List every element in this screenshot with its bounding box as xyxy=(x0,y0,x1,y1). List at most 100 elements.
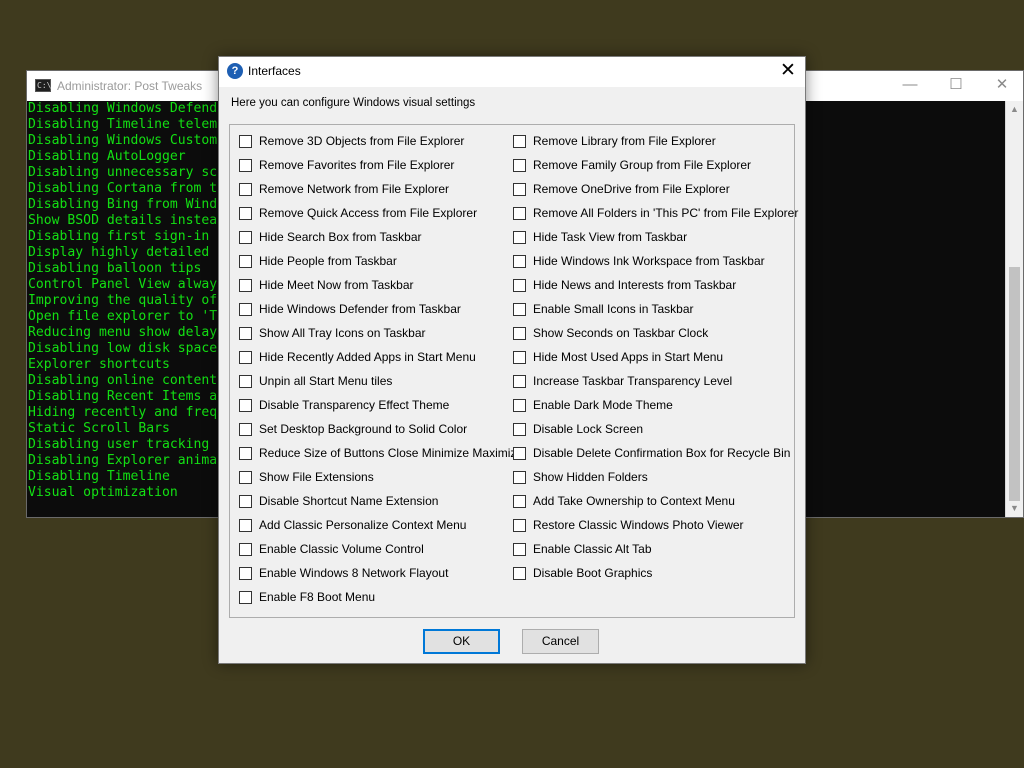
option-checkbox[interactable]: Remove OneDrive from File Explorer xyxy=(513,179,730,199)
checkbox-square-icon[interactable] xyxy=(239,470,252,484)
option-checkbox[interactable]: Hide Windows Ink Workspace from Taskbar xyxy=(513,251,765,271)
option-checkbox[interactable]: Hide Meet Now from Taskbar xyxy=(239,275,414,295)
option-checkbox[interactable]: Show All Tray Icons on Taskbar xyxy=(239,323,426,343)
ok-button[interactable]: OK xyxy=(423,629,500,654)
option-label: Remove Network from File Explorer xyxy=(259,182,450,196)
checkbox-square-icon[interactable] xyxy=(513,206,526,220)
checkbox-square-icon[interactable] xyxy=(513,446,526,460)
option-label: Show Seconds on Taskbar Clock xyxy=(533,326,709,340)
scroll-thumb[interactable] xyxy=(1009,267,1020,501)
checkbox-square-icon[interactable] xyxy=(239,134,252,148)
checkbox-square-icon[interactable] xyxy=(513,158,526,172)
checkbox-square-icon[interactable] xyxy=(239,326,252,340)
checkbox-square-icon[interactable] xyxy=(239,446,252,460)
option-checkbox[interactable]: Set Desktop Background to Solid Color xyxy=(239,419,467,439)
checkbox-square-icon[interactable] xyxy=(239,158,252,172)
option-checkbox[interactable]: Remove 3D Objects from File Explorer xyxy=(239,131,464,151)
console-close-button[interactable]: ✕ xyxy=(979,71,1024,101)
scroll-down-arrow-icon[interactable]: ▼ xyxy=(1006,500,1023,517)
checkbox-square-icon[interactable] xyxy=(513,494,526,508)
maximize-button[interactable]: ☐ xyxy=(933,71,979,101)
option-checkbox[interactable]: Disable Delete Confirmation Box for Recy… xyxy=(513,443,790,463)
scroll-up-arrow-icon[interactable]: ▲ xyxy=(1006,101,1023,118)
option-label: Disable Boot Graphics xyxy=(533,566,653,580)
checkbox-square-icon[interactable] xyxy=(239,398,252,412)
option-label: Hide Windows Defender from Taskbar xyxy=(259,302,461,316)
minimize-button[interactable]: — xyxy=(887,71,933,101)
checkbox-square-icon[interactable] xyxy=(513,278,526,292)
checkbox-square-icon[interactable] xyxy=(239,302,252,316)
checkbox-square-icon[interactable] xyxy=(513,350,526,364)
checkbox-square-icon[interactable] xyxy=(513,422,526,436)
option-checkbox[interactable]: Show Seconds on Taskbar Clock xyxy=(513,323,708,343)
option-checkbox[interactable]: Increase Taskbar Transparency Level xyxy=(513,371,732,391)
checkbox-square-icon[interactable] xyxy=(239,350,252,364)
checkbox-square-icon[interactable] xyxy=(513,518,526,532)
option-checkbox[interactable]: Show Hidden Folders xyxy=(513,467,648,487)
option-checkbox[interactable]: Remove Favorites from File Explorer xyxy=(239,155,454,175)
option-checkbox[interactable]: Enable Small Icons in Taskbar xyxy=(513,299,694,319)
option-checkbox[interactable]: Reduce Size of Buttons Close Minimize Ma… xyxy=(239,443,523,463)
option-checkbox[interactable]: Hide Recently Added Apps in Start Menu xyxy=(239,347,476,367)
checkbox-square-icon[interactable] xyxy=(239,422,252,436)
checkbox-square-icon[interactable] xyxy=(239,494,252,508)
checkbox-square-icon[interactable] xyxy=(513,566,526,580)
checkbox-square-icon[interactable] xyxy=(239,230,252,244)
checkbox-square-icon[interactable] xyxy=(513,254,526,268)
option-checkbox[interactable]: Restore Classic Windows Photo Viewer xyxy=(513,515,744,535)
checkbox-square-icon[interactable] xyxy=(239,254,252,268)
option-checkbox[interactable]: Remove Quick Access from File Explorer xyxy=(239,203,477,223)
checkbox-square-icon[interactable] xyxy=(239,374,252,388)
option-label: Unpin all Start Menu tiles xyxy=(259,374,393,388)
option-checkbox[interactable]: Add Take Ownership to Context Menu xyxy=(513,491,735,511)
option-checkbox[interactable]: Enable Classic Alt Tab xyxy=(513,539,652,559)
option-checkbox[interactable]: Disable Lock Screen xyxy=(513,419,643,439)
option-checkbox[interactable]: Hide Search Box from Taskbar xyxy=(239,227,422,247)
option-checkbox[interactable]: Disable Boot Graphics xyxy=(513,563,652,583)
checkbox-square-icon[interactable] xyxy=(513,542,526,556)
checkbox-square-icon[interactable] xyxy=(239,590,252,604)
checkbox-square-icon[interactable] xyxy=(513,374,526,388)
checkbox-square-icon[interactable] xyxy=(513,182,526,196)
option-checkbox[interactable]: Unpin all Start Menu tiles xyxy=(239,371,392,391)
checkbox-square-icon[interactable] xyxy=(513,230,526,244)
checkbox-square-icon[interactable] xyxy=(239,278,252,292)
option-label: Enable Windows 8 Network Flayout xyxy=(259,566,449,580)
option-checkbox[interactable]: Disable Shortcut Name Extension xyxy=(239,491,438,511)
option-label: Disable Transparency Effect Theme xyxy=(259,398,450,412)
option-checkbox[interactable]: Hide News and Interests from Taskbar xyxy=(513,275,736,295)
option-checkbox[interactable]: Remove All Folders in 'This PC' from Fil… xyxy=(513,203,798,223)
option-checkbox[interactable]: Hide Task View from Taskbar xyxy=(513,227,687,247)
option-checkbox[interactable]: Hide Most Used Apps in Start Menu xyxy=(513,347,723,367)
option-label: Hide Windows Ink Workspace from Taskbar xyxy=(533,254,765,268)
checkbox-square-icon[interactable] xyxy=(239,566,252,580)
option-checkbox[interactable]: Remove Network from File Explorer xyxy=(239,179,449,199)
option-checkbox[interactable]: Remove Library from File Explorer xyxy=(513,131,716,151)
checkbox-square-icon[interactable] xyxy=(513,470,526,484)
option-checkbox[interactable]: Remove Family Group from File Explorer xyxy=(513,155,751,175)
cancel-button[interactable]: Cancel xyxy=(522,629,599,654)
option-checkbox[interactable]: Hide Windows Defender from Taskbar xyxy=(239,299,461,319)
checkbox-square-icon[interactable] xyxy=(239,182,252,196)
option-checkbox[interactable]: Disable Transparency Effect Theme xyxy=(239,395,449,415)
option-checkbox[interactable]: Add Classic Personalize Context Menu xyxy=(239,515,466,535)
option-checkbox[interactable]: Enable Windows 8 Network Flayout xyxy=(239,563,448,583)
checkbox-square-icon[interactable] xyxy=(239,542,252,556)
checkbox-square-icon[interactable] xyxy=(239,206,252,220)
checkbox-square-icon[interactable] xyxy=(239,518,252,532)
option-checkbox[interactable]: Hide People from Taskbar xyxy=(239,251,397,271)
checkbox-square-icon[interactable] xyxy=(513,134,526,148)
dialog-close-button[interactable]: ✕ xyxy=(771,57,805,87)
option-checkbox[interactable]: Show File Extensions xyxy=(239,467,374,487)
option-checkbox[interactable]: Enable Dark Mode Theme xyxy=(513,395,673,415)
option-checkbox[interactable]: Enable Classic Volume Control xyxy=(239,539,424,559)
checkbox-square-icon[interactable] xyxy=(513,398,526,412)
console-scrollbar[interactable]: ▲ ▼ xyxy=(1005,101,1023,517)
option-checkbox[interactable]: Enable F8 Boot Menu xyxy=(239,587,375,607)
dialog-titlebar[interactable]: ? Interfaces ✕ xyxy=(219,57,805,87)
checkbox-square-icon[interactable] xyxy=(513,302,526,316)
option-label: Enable F8 Boot Menu xyxy=(259,590,376,604)
option-label: Remove Family Group from File Explorer xyxy=(533,158,752,172)
option-label: Enable Dark Mode Theme xyxy=(533,398,673,412)
checkbox-square-icon[interactable] xyxy=(513,326,526,340)
